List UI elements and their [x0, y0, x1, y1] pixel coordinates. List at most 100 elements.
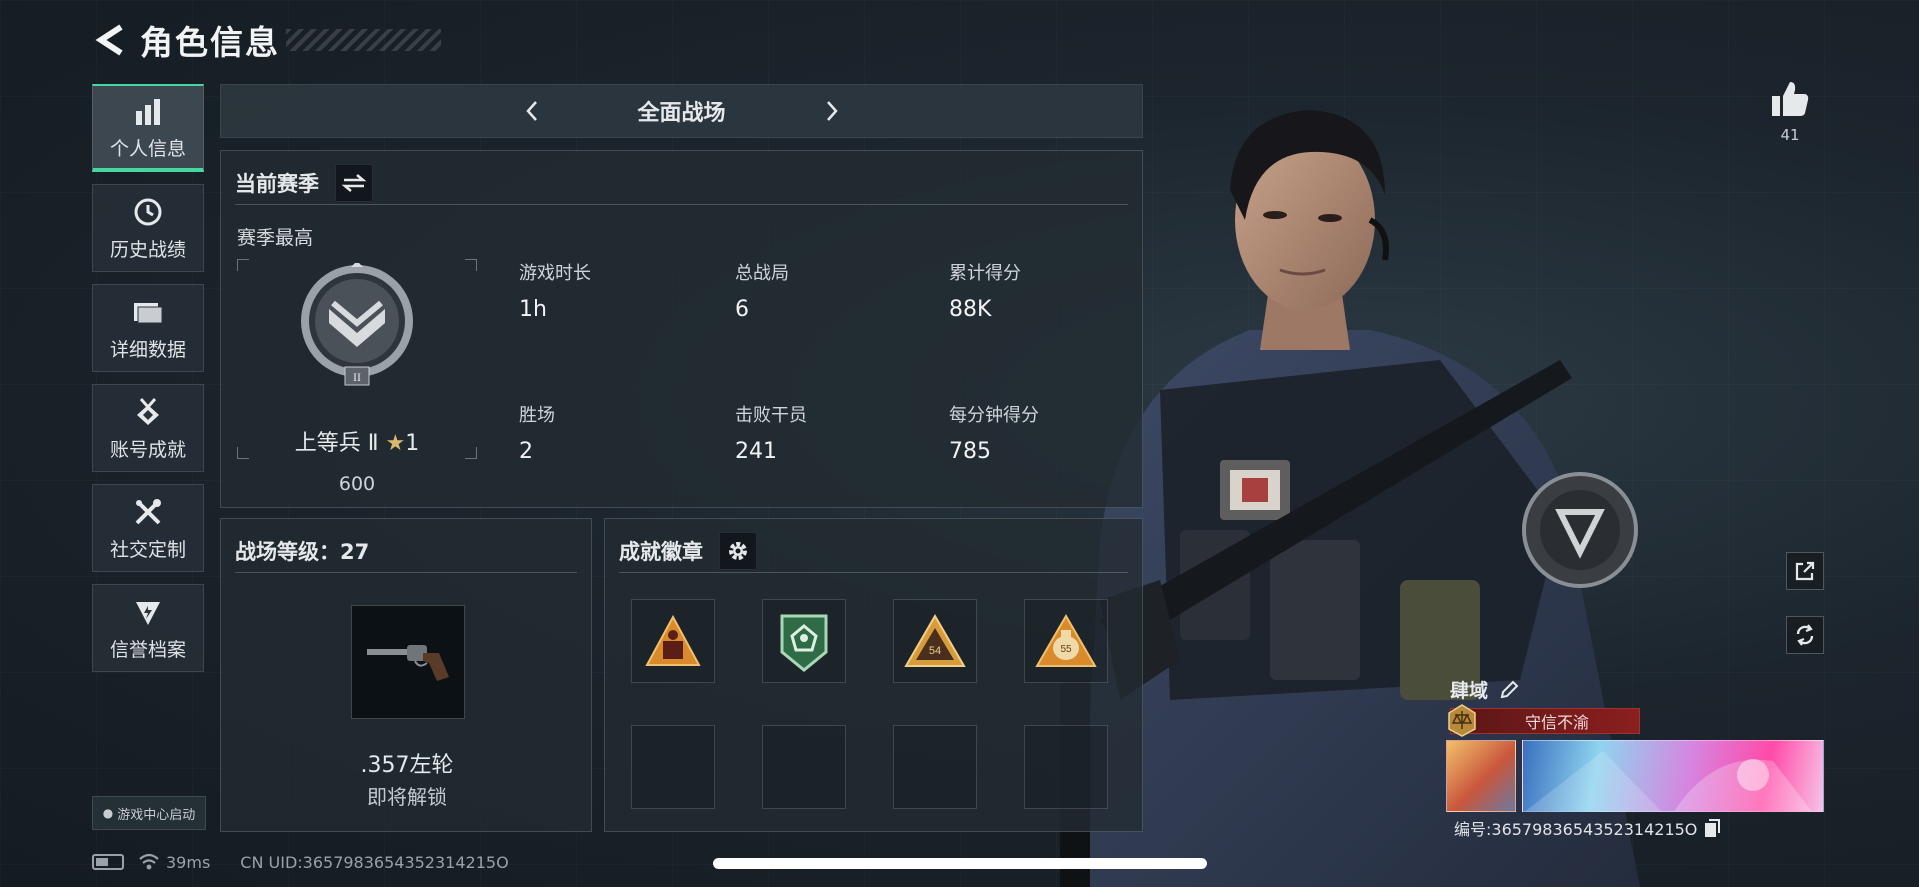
badge-number: 55: [1060, 644, 1072, 655]
title-decoration: [286, 29, 441, 51]
avatar-banner[interactable]: [1446, 740, 1516, 812]
rank-points: 600: [338, 473, 376, 495]
sidebar-item-label: 详细数据: [109, 338, 186, 361]
share-button[interactable]: [1786, 552, 1824, 590]
badge-slot[interactable]: [631, 599, 715, 683]
footer-uid: CN UID:3657983654352314215O: [240, 852, 509, 872]
level-header: 战场等级：27: [235, 529, 577, 573]
chevron-right-icon: [826, 101, 838, 121]
mode-prev-button[interactable]: [512, 91, 552, 131]
penguin-icon: ●: [102, 806, 114, 820]
back-button[interactable]: [92, 20, 128, 60]
stat-value: 785: [949, 439, 991, 464]
stat-label: 胜场: [519, 405, 555, 426]
namecard-art: [1525, 751, 1812, 811]
sidebar-item-history[interactable]: 历史战绩: [92, 184, 204, 272]
stat-wins: 胜场 2: [519, 401, 555, 464]
refresh-icon: [1796, 624, 1814, 646]
achievement-title: 成就徽章: [619, 539, 703, 564]
player-card: 肆域 守信不渝 编号:3657983654352314215O: [1446, 672, 1824, 842]
badge-slot[interactable]: 55: [1024, 599, 1108, 683]
player-title-bar: 守信不渝: [1448, 704, 1640, 737]
thumbs-up-icon: [1772, 82, 1809, 116]
weapon-name: .357左轮: [360, 753, 454, 778]
triangle-badge-icon: [645, 615, 701, 666]
rank-stars: 1: [405, 431, 420, 456]
home-indicator[interactable]: [713, 858, 1207, 869]
back-arrow-icon: [95, 24, 123, 56]
sidebar-item-label: 个人信息: [109, 137, 186, 160]
mode-title: 全面战场: [637, 101, 726, 126]
sidebar-item-label: 信誉档案: [109, 638, 186, 661]
page-header: 角色信息: [92, 18, 441, 62]
stat-play-time: 游戏时长 1h: [519, 259, 591, 322]
player-uid-text: 编号:3657983654352314215O: [1454, 820, 1698, 839]
mode-next-button[interactable]: [812, 91, 852, 131]
current-season-panel: 当前赛季 赛季最高 II 上等兵 Ⅱ ★1 600 游戏时长 1h 总战局 6 …: [220, 150, 1143, 508]
badge-number: 54: [929, 645, 941, 657]
badge-slot[interactable]: 54: [893, 599, 977, 683]
swap-icon: [341, 173, 367, 192]
rank-name-text: 上等兵 Ⅱ: [294, 431, 379, 456]
battlefield-level-panel: 战场等级：27 .357左轮 即将解锁: [220, 518, 592, 832]
empty-badge-slot[interactable]: [762, 725, 846, 809]
stat-value: 1h: [519, 297, 547, 322]
rank-emblem-icon: II: [301, 263, 413, 386]
season-switch-button[interactable]: [335, 163, 373, 202]
battery-icon: [92, 854, 124, 870]
player-title: 守信不渝: [1524, 713, 1589, 732]
empty-badge-slot[interactable]: [1024, 725, 1108, 809]
emblem-tier-text: II: [353, 370, 361, 384]
edit-icon[interactable]: [1498, 679, 1520, 701]
sidebar: 个人信息 历史战绩 详细数据 账号成就 社交定制 信誉档案: [92, 84, 204, 684]
game-center-launch-button[interactable]: ● 游戏中心启动: [92, 796, 206, 830]
weapon-reward-slot[interactable]: [351, 605, 465, 719]
ping-value: 39ms: [166, 852, 211, 872]
tan-triangle-badge-icon: 54: [904, 614, 966, 667]
empty-badge-slot[interactable]: [893, 725, 977, 809]
like-button[interactable]: 41: [1768, 80, 1812, 144]
level-title: 战场等级：27: [235, 539, 370, 564]
player-uid: 编号:3657983654352314215O: [1454, 816, 1721, 840]
sidebar-item-personal-info[interactable]: 个人信息: [92, 84, 204, 172]
rank-name: 上等兵 Ⅱ ★1: [237, 425, 477, 457]
folder-icon: [132, 295, 164, 329]
star-icon: ★: [385, 431, 406, 456]
sidebar-item-details[interactable]: 详细数据: [92, 284, 204, 372]
empty-badge-slot[interactable]: [631, 725, 715, 809]
badge-settings-button[interactable]: [719, 531, 757, 570]
status-footer: 39ms CN UID:3657983654352314215O: [92, 850, 509, 874]
tools-icon: [133, 495, 163, 529]
stat-value: 2: [519, 439, 533, 464]
sidebar-item-label: 社交定制: [109, 538, 186, 561]
like-count: 41: [1780, 126, 1800, 144]
stat-label: 游戏时长: [519, 263, 591, 284]
gear-icon: [729, 541, 747, 560]
green-shield-badge-icon: [780, 614, 828, 672]
badge-slot[interactable]: [762, 599, 846, 683]
share-icon: [1795, 561, 1815, 581]
sidebar-item-achievements[interactable]: 账号成就: [92, 384, 204, 472]
namecard-banner[interactable]: [1522, 740, 1824, 812]
stat-total-matches: 总战局 6: [735, 259, 789, 322]
clock-icon: [133, 195, 163, 229]
shield-icon: [133, 595, 163, 629]
mode-selector: 全面战场: [220, 84, 1143, 138]
stat-total-score: 累计得分 88K: [949, 259, 1021, 322]
sidebar-item-credit[interactable]: 信誉档案: [92, 584, 204, 672]
copy-icon[interactable]: [1703, 818, 1721, 838]
stat-label: 累计得分: [949, 263, 1021, 284]
chevron-left-icon: [525, 101, 537, 121]
refresh-button[interactable]: [1786, 616, 1824, 654]
season-header: 当前赛季: [235, 161, 1128, 205]
scales-icon: [1448, 704, 1476, 737]
achievement-badges-panel: 成就徽章 54 55: [604, 518, 1143, 832]
season-title: 当前赛季: [235, 171, 319, 196]
stat-value: 241: [735, 439, 777, 464]
sidebar-item-label: 历史战绩: [109, 238, 186, 261]
sidebar-item-label: 账号成就: [109, 438, 186, 461]
stat-label: 每分钟得分: [949, 405, 1039, 426]
sidebar-item-social[interactable]: 社交定制: [92, 484, 204, 572]
stat-label: 击败干员: [735, 405, 807, 426]
revolver-icon: [367, 645, 449, 681]
